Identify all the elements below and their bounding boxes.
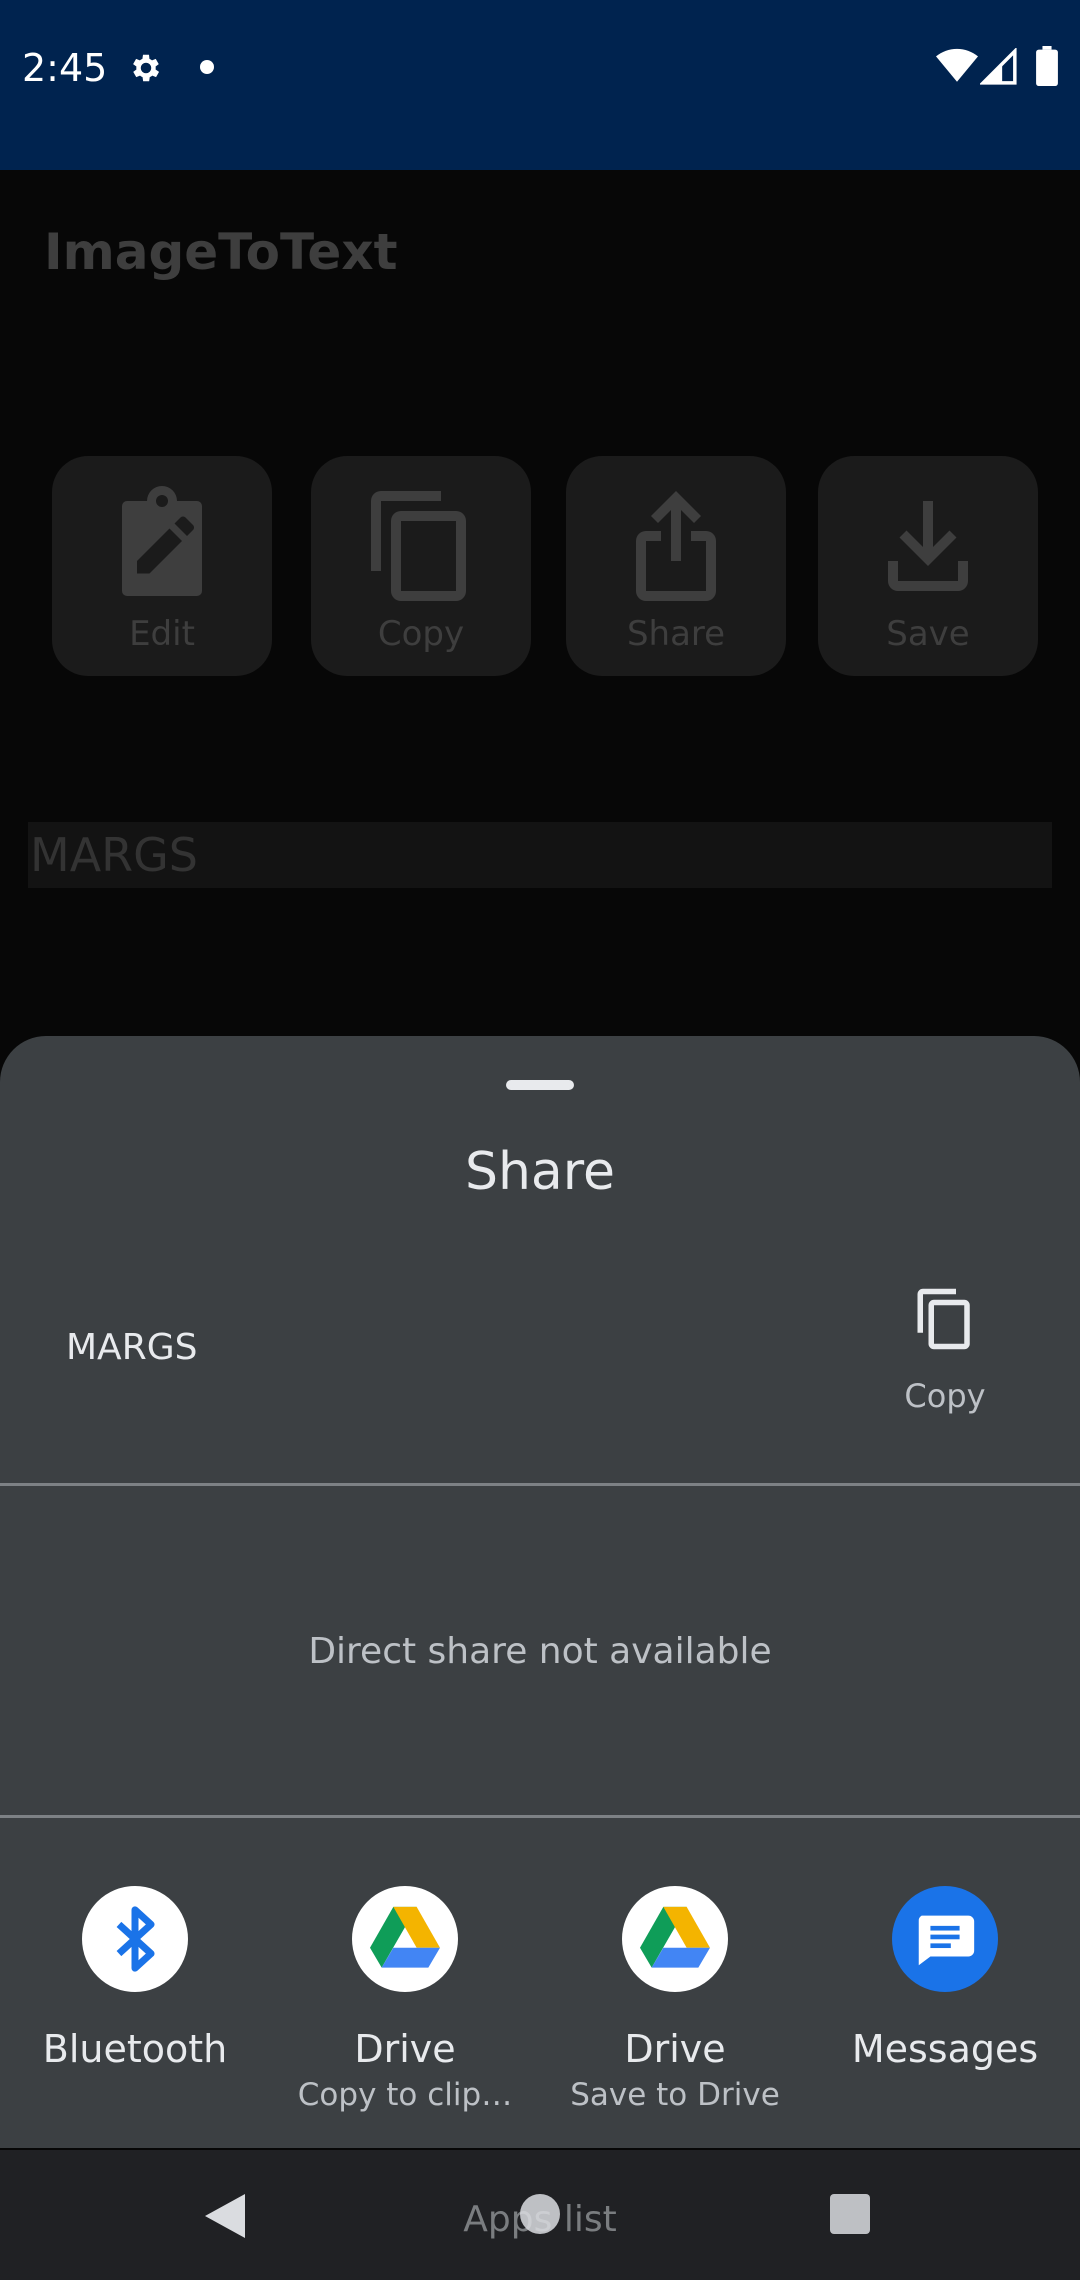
copy-label: Copy	[377, 614, 465, 654]
cell-signal-icon	[980, 48, 1017, 85]
share-target-name: Drive	[354, 2027, 456, 2071]
battery-icon	[1036, 46, 1058, 86]
divider	[0, 1815, 1080, 1818]
google-drive-icon	[352, 1886, 458, 1992]
share-icon	[636, 491, 716, 601]
navigation-bar: Apps list	[0, 2150, 1080, 2280]
share-target-name: Messages	[851, 2027, 1039, 2071]
back-icon[interactable]	[204, 2194, 246, 2238]
messages-icon	[892, 1886, 998, 1992]
overview-icon[interactable]	[830, 2194, 870, 2234]
bluetooth-icon	[82, 1886, 188, 1992]
copy-button[interactable]: Copy	[311, 456, 531, 676]
share-preview-text: MARGS	[66, 1327, 198, 1368]
edit-label: Edit	[129, 614, 195, 654]
copy-action-label: Copy	[904, 1377, 986, 1415]
edit-clipboard-icon	[122, 486, 202, 596]
status-time: 2:45	[22, 46, 108, 90]
home-icon[interactable]	[520, 2194, 560, 2234]
share-target-name: Drive	[624, 2027, 726, 2071]
app-title: ImageToText	[44, 223, 398, 281]
share-target-name: Bluetooth	[42, 2027, 228, 2071]
share-sheet: Share MARGS Copy Direct share not availa…	[0, 1036, 1080, 2148]
share-target-subtitle: Copy to clip…	[297, 2077, 513, 2113]
share-button[interactable]: Share	[566, 456, 786, 676]
notification-dot-icon	[200, 60, 214, 74]
save-button[interactable]: Save	[818, 456, 1038, 676]
share-target-bluetooth[interactable]: Bluetooth	[0, 1886, 270, 2136]
copy-icon	[371, 491, 466, 601]
wifi-icon	[936, 48, 978, 82]
share-label: Share	[626, 614, 726, 654]
status-bar: 2:45	[0, 0, 1080, 170]
direct-share-message: Direct share not available	[308, 1631, 772, 1672]
share-target-messages[interactable]: Messages	[810, 1886, 1080, 2136]
copy-to-clipboard-button[interactable]: Copy	[880, 1286, 1010, 1446]
copy-icon	[917, 1288, 970, 1350]
share-target-subtitle: Save to Drive	[570, 2077, 780, 2113]
drag-handle[interactable]	[506, 1080, 574, 1090]
divider	[0, 1483, 1080, 1486]
edit-button[interactable]: Edit	[52, 456, 272, 676]
share-target-drive-save[interactable]: Drive Save to Drive	[540, 1886, 810, 2136]
gear-icon	[133, 54, 160, 82]
recognized-text-field: MARGS	[28, 822, 1052, 888]
google-drive-icon	[622, 1886, 728, 1992]
share-target-drive-copy[interactable]: Drive Copy to clip…	[270, 1886, 540, 2136]
save-label: Save	[886, 614, 970, 654]
download-icon	[888, 501, 968, 591]
share-sheet-title: Share	[464, 1142, 616, 1202]
